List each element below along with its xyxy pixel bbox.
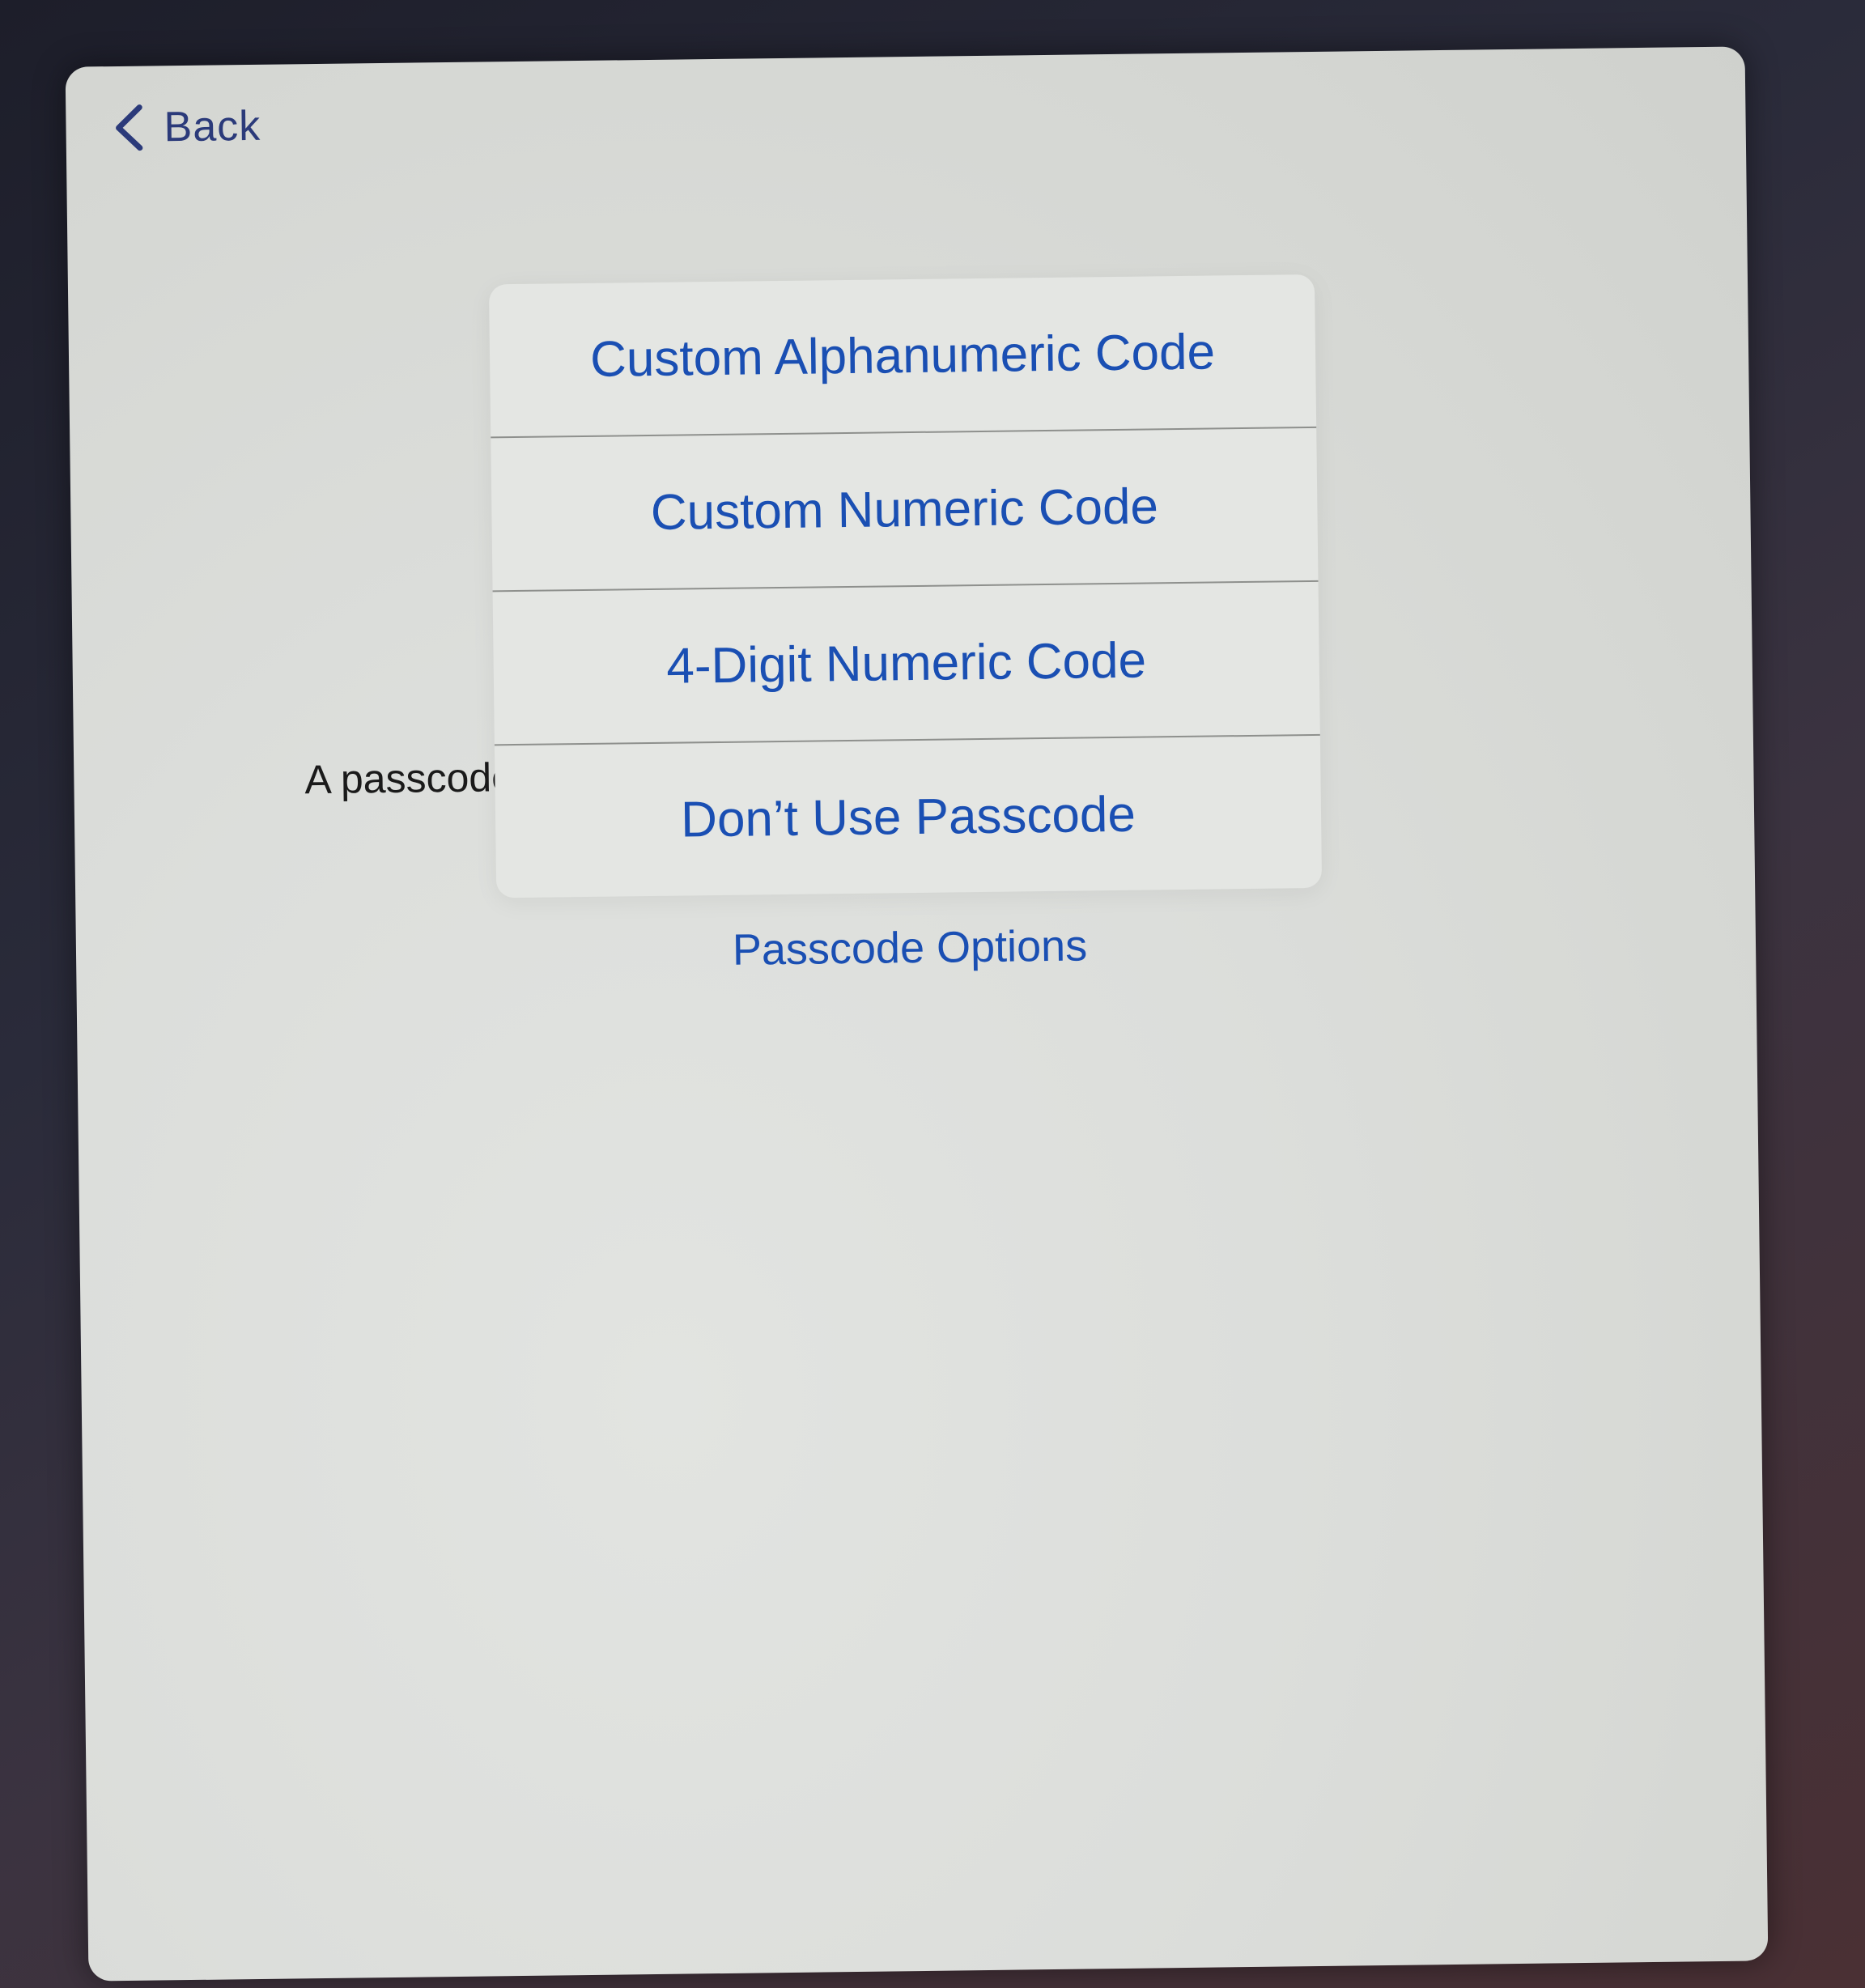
back-label: Back <box>164 102 261 151</box>
menu-item-4-digit-numeric-code[interactable]: 4-Digit Numeric Code <box>492 581 1320 746</box>
chevron-left-icon <box>116 104 143 151</box>
menu-item-dont-use-passcode[interactable]: Don’t Use Passcode <box>495 736 1322 898</box>
ipad-screen: Back A passcode is required to unlock iP… <box>65 46 1769 1982</box>
menu-item-custom-numeric-code[interactable]: Custom Numeric Code <box>491 427 1319 593</box>
passcode-options-link[interactable]: Passcode Options <box>497 918 1323 978</box>
passcode-options-menu: Custom Alphanumeric Code Custom Numeric … <box>488 274 1323 898</box>
back-button[interactable]: Back <box>110 101 261 153</box>
menu-item-custom-alphanumeric-code[interactable]: Custom Alphanumeric Code <box>488 274 1317 439</box>
